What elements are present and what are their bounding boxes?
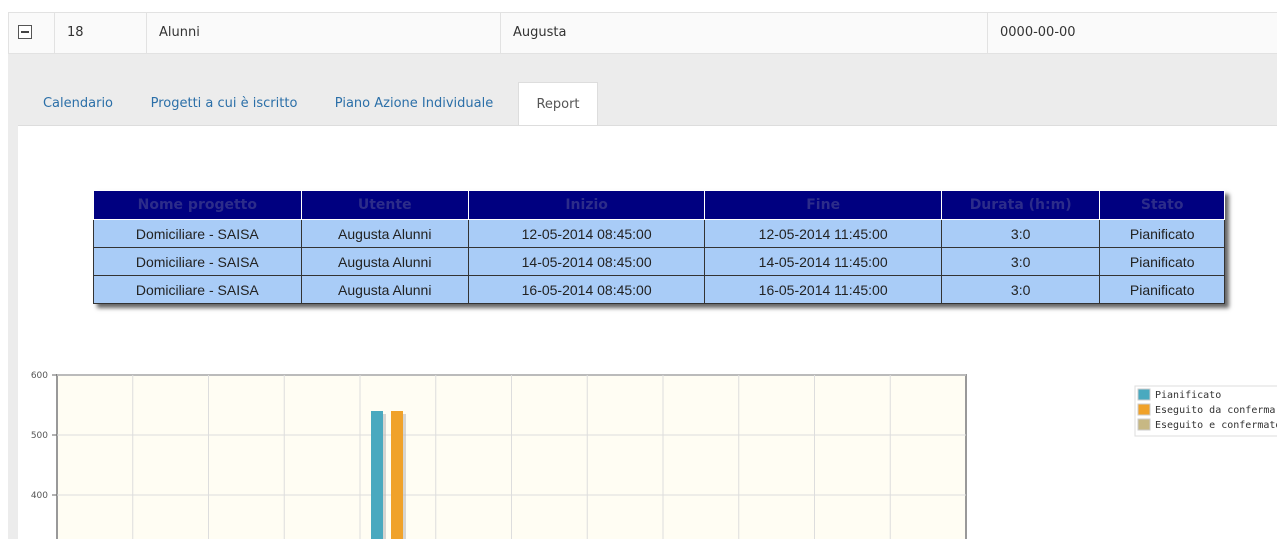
y-tick-label: 500	[31, 431, 48, 441]
bar-pianificato	[371, 411, 383, 539]
legend-label: Eseguito da confermare	[1155, 405, 1277, 416]
chart-legend: Pianificato Eseguito da confermare Eseguit…	[1134, 385, 1277, 437]
report-chart: 600 500 400 Pianificato Eseguito da conferm…	[31, 371, 1277, 539]
y-tick-label: 400	[31, 491, 48, 501]
legend-swatch	[1137, 403, 1151, 416]
legend-swatch	[1137, 388, 1151, 401]
plot-area	[56, 374, 967, 539]
y-tick-label: 600	[31, 371, 48, 381]
legend-label: Eseguito e confermato	[1155, 420, 1277, 431]
legend-label: Pianificato	[1155, 390, 1221, 401]
bar-eseguito-da-confermare	[391, 411, 403, 539]
y-axis: 600 500 400	[31, 371, 57, 501]
legend-swatch	[1137, 418, 1151, 431]
